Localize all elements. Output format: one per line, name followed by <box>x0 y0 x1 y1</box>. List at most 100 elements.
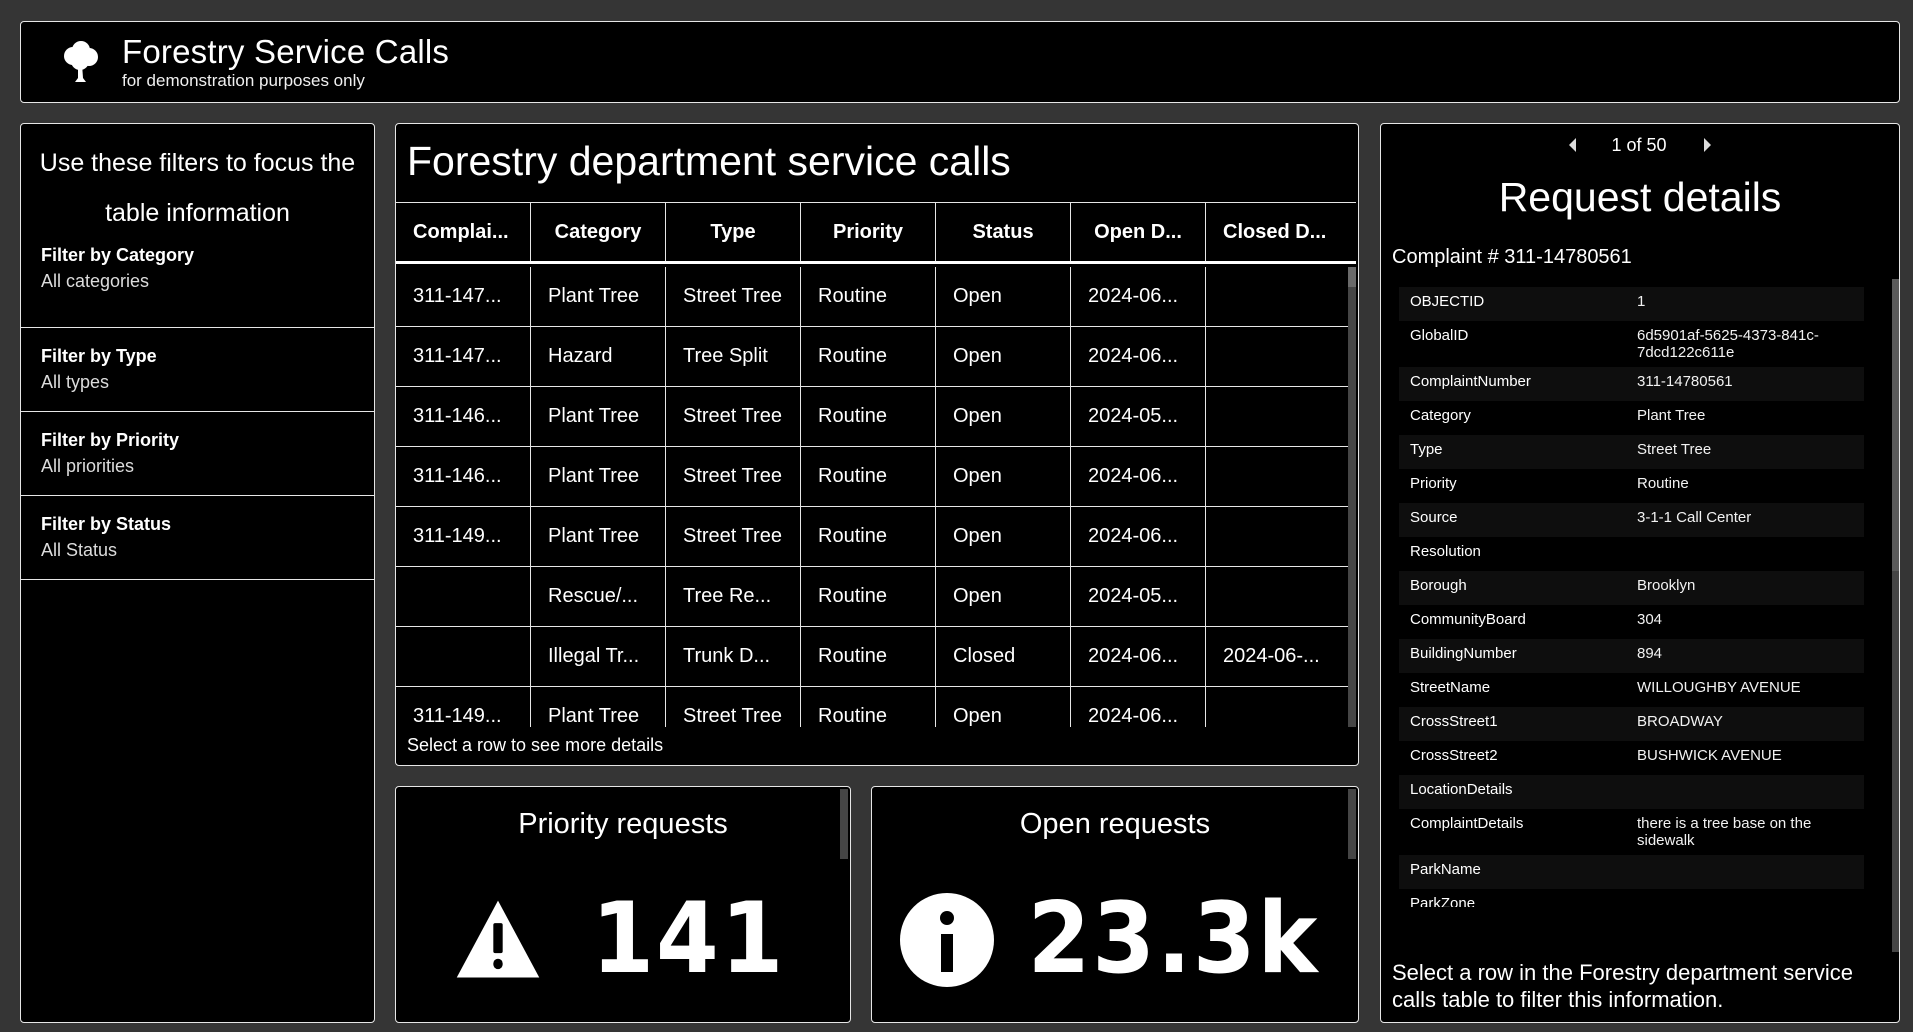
attribute-key: ParkZone <box>1410 895 1476 907</box>
attribute-row: CrossStreet2 BUSHWICK AVENUE <box>1399 741 1864 775</box>
filter-category[interactable]: Filter by Category All categories <box>21 244 374 328</box>
column-header-status[interactable]: Status <box>936 203 1071 261</box>
table-cell: Routine <box>801 327 936 386</box>
column-header-priority[interactable]: Priority <box>801 203 936 261</box>
table-cell <box>1206 567 1346 626</box>
filter-value: All types <box>41 372 110 392</box>
table-cell: Plant Tree <box>531 267 666 326</box>
filter-value: All categories <box>41 271 150 291</box>
attribute-value: BROADWAY <box>1637 713 1723 730</box>
pager-count: 1 of 50 <box>1611 134 1667 155</box>
details-footer-text: Select a row in the Forestry department … <box>1392 960 1853 1012</box>
attribute-value <box>1637 543 1862 565</box>
table-cell: Plant Tree <box>531 447 666 506</box>
table-cell: 2024-06... <box>1071 507 1206 566</box>
attribute-key: Category <box>1410 407 1471 424</box>
attribute-value: Street Tree <box>1637 441 1712 458</box>
attribute-value: Routine <box>1637 475 1689 492</box>
column-header-closed-date[interactable]: Closed D... <box>1206 203 1356 261</box>
column-header-complaint[interactable]: Complai... <box>396 203 531 261</box>
table-cell <box>1206 327 1346 386</box>
filter-type[interactable]: Filter by Type All types <box>21 328 374 412</box>
tree-icon <box>64 41 98 82</box>
column-header-type[interactable]: Type <box>666 203 801 261</box>
attribute-key: ComplaintNumber <box>1410 373 1531 390</box>
table-cell: Plant Tree <box>531 387 666 446</box>
table-cell: 2024-06... <box>1071 627 1206 686</box>
table-cell: Street Tree <box>666 267 801 326</box>
table-row[interactable]: Illegal Tr... Trunk D... Routine Closed 2024… <box>396 627 1351 687</box>
table-cell: Routine <box>801 387 936 446</box>
card-scrollbar[interactable] <box>1348 789 1356 859</box>
table-cell: 311-149... <box>396 687 531 727</box>
table-body: 311-147... Plant Tree Street Tree Routine Op… <box>396 267 1351 727</box>
details-scrollbar-thumb[interactable] <box>1892 279 1899 571</box>
table-row[interactable]: Rescue/... Tree Re... Routine Open 2024-05..… <box>396 567 1351 627</box>
table-cell: Tree Split <box>666 327 801 386</box>
filter-priority[interactable]: Filter by Priority All priorities <box>21 412 374 496</box>
attribute-row: BuildingNumber 894 <box>1399 639 1864 673</box>
attribute-key: BuildingNumber <box>1410 645 1517 662</box>
table-cell: Routine <box>801 267 936 326</box>
attribute-key: Source <box>1410 509 1458 526</box>
table-cell: Routine <box>801 447 936 506</box>
filter-value: All priorities <box>41 456 135 476</box>
card-scrollbar[interactable] <box>840 789 848 859</box>
table-cell: Street Tree <box>666 387 801 446</box>
attribute-key: CrossStreet1 <box>1410 713 1498 730</box>
table-row[interactable]: 311-149... Plant Tree Street Tree Routine Op… <box>396 687 1351 727</box>
attribute-list: OBJECTID 1 GlobalID 6d5901af-5625-4373-841c… <box>1399 287 1864 907</box>
priority-requests-title: Priority requests <box>518 808 728 840</box>
attribute-row: CommunityBoard 304 <box>1399 605 1864 639</box>
attribute-key: Type <box>1410 441 1443 458</box>
table-cell: 2024-06... <box>1071 327 1206 386</box>
attribute-value: 304 <box>1637 611 1663 628</box>
filter-value: All Status <box>41 540 118 560</box>
column-header-open-date[interactable]: Open D... <box>1071 203 1206 261</box>
priority-requests-value: 141 <box>591 882 785 996</box>
service-calls-table: Complai... Category Type Priority Status… <box>396 202 1356 727</box>
attribute-row: Source 3-1-1 Call Center <box>1399 503 1864 537</box>
table-row[interactable]: 311-147... Plant Tree Street Tree Routine Op… <box>396 267 1351 327</box>
filter-status[interactable]: Filter by Status All Status <box>21 496 374 580</box>
table-cell: Open <box>936 567 1071 626</box>
table-row[interactable]: 311-146... Plant Tree Street Tree Routine Op… <box>396 387 1351 447</box>
table-cell: 311-149... <box>396 507 531 566</box>
table-cell: Closed <box>936 627 1071 686</box>
attribute-row: Resolution <box>1399 537 1864 571</box>
table-hint: Select a row to see more details <box>407 735 664 755</box>
filters-intro: Use these filters to focus the table inf… <box>39 149 356 227</box>
table-cell: Street Tree <box>666 507 801 566</box>
table-cell: Open <box>936 267 1071 326</box>
request-details-panel: 1 of 50 Request details Complaint # 311-… <box>1380 123 1900 1023</box>
attribute-row: Borough Brooklyn <box>1399 571 1864 605</box>
attribute-key: CommunityBoard <box>1410 611 1526 628</box>
record-pager: 1 of 50 <box>1381 132 1899 158</box>
attribute-row: LocationDetails <box>1399 775 1864 809</box>
priority-requests-card: Priority requests 141 <box>395 786 851 1023</box>
details-scrollbar[interactable] <box>1892 279 1899 952</box>
table-cell: Hazard <box>531 327 666 386</box>
table-cell: Routine <box>801 567 936 626</box>
table-cell: Open <box>936 387 1071 446</box>
table-row[interactable]: 311-146... Plant Tree Street Tree Routine Op… <box>396 447 1351 507</box>
attribute-key: CrossStreet2 <box>1410 747 1498 764</box>
caret-right-icon[interactable] <box>1697 135 1717 155</box>
caret-left-icon[interactable] <box>1563 135 1583 155</box>
table-row[interactable]: 311-147... Hazard Tree Split Routine Open 202… <box>396 327 1351 387</box>
attribute-key: LocationDetails <box>1410 781 1513 798</box>
attribute-row: Type Street Tree <box>1399 435 1864 469</box>
column-header-category[interactable]: Category <box>531 203 666 261</box>
attribute-value <box>1637 861 1862 883</box>
table-scrollbar[interactable] <box>1348 267 1356 727</box>
table-cell <box>1206 447 1346 506</box>
attribute-row: StreetName WILLOUGHBY AVENUE <box>1399 673 1864 707</box>
attribute-value: 894 <box>1637 645 1663 662</box>
table-row[interactable]: 311-149... Plant Tree Street Tree Routine Op… <box>396 507 1351 567</box>
table-cell <box>1206 387 1346 446</box>
filter-label: Filter by Type <box>41 346 157 366</box>
table-cell: 2024-06... <box>1071 447 1206 506</box>
table-cell <box>1206 507 1346 566</box>
complaint-number: Complaint # 311-14780561 <box>1392 246 1632 268</box>
table-scrollbar-thumb[interactable] <box>1348 267 1356 287</box>
